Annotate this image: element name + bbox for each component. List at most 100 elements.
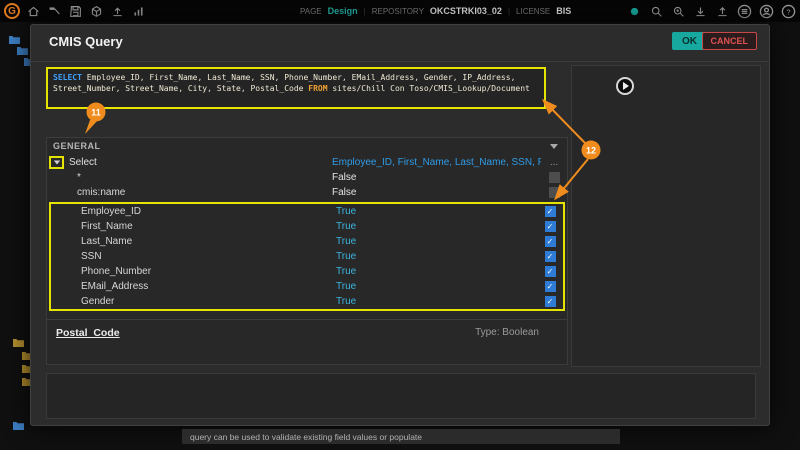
- more-button[interactable]: ...: [541, 157, 567, 168]
- save-icon[interactable]: [68, 4, 83, 19]
- property-row-value: True: [336, 236, 537, 247]
- dialog-title: CMIS Query: [49, 34, 123, 49]
- page-value[interactable]: Design: [328, 6, 358, 16]
- property-checkbox[interactable]: ✓: [545, 266, 556, 277]
- checkbox-cell: [541, 172, 567, 183]
- status-text: query can be used to validate existing f…: [190, 432, 422, 442]
- properties-panel: GENERAL Select Employee_ID, First_Name, …: [46, 137, 568, 365]
- chevron-down-icon[interactable]: [550, 144, 558, 149]
- property-checkbox[interactable]: [549, 172, 560, 183]
- context-breadcrumb: PAGE Design | REPOSITORY OKCSTRKI03_02 |…: [300, 0, 571, 22]
- general-section-header[interactable]: GENERAL: [47, 138, 567, 154]
- record-icon[interactable]: [627, 4, 642, 19]
- chart-icon[interactable]: [131, 4, 146, 19]
- property-row-value: True: [336, 206, 537, 217]
- property-checkbox[interactable]: ✓: [545, 251, 556, 262]
- property-row-label: Last_Name: [51, 236, 336, 247]
- license-label: LICENSE: [516, 7, 550, 16]
- app-logo[interactable]: G: [4, 3, 20, 19]
- license-value: BIS: [556, 6, 571, 16]
- checkbox-cell: [541, 187, 567, 198]
- svg-text:?: ?: [786, 7, 790, 16]
- search-icon[interactable]: [649, 4, 664, 19]
- checkbox-cell: ✓: [537, 236, 563, 247]
- select-keyword: SELECT: [53, 73, 82, 82]
- checkbox-cell: ✓: [537, 206, 563, 217]
- property-row-label: Employee_ID: [51, 206, 336, 217]
- property-row[interactable]: EMail_AddressTrue✓: [51, 279, 563, 294]
- package-icon[interactable]: [89, 4, 104, 19]
- repository-label: REPOSITORY: [372, 7, 424, 16]
- from-keyword: FROM: [308, 84, 327, 93]
- tree-folder-icon[interactable]: [17, 42, 29, 52]
- tree-folder-icon[interactable]: [13, 334, 25, 344]
- chevron-down-icon: [53, 160, 59, 164]
- property-row-value: True: [336, 251, 537, 262]
- home-icon[interactable]: [26, 4, 41, 19]
- property-row[interactable]: *False: [47, 170, 567, 185]
- property-row-label: EMail_Address: [51, 281, 336, 292]
- separator: |: [508, 7, 510, 16]
- property-row-label: SSN: [51, 251, 336, 262]
- property-row[interactable]: Phone_NumberTrue ✓: [51, 264, 563, 279]
- upload-icon[interactable]: [110, 4, 125, 19]
- bottom-panel: [46, 373, 756, 419]
- property-checkbox[interactable]: ✓: [545, 221, 556, 232]
- property-row[interactable]: First_NameTrue ✓: [51, 219, 563, 234]
- zoom-icon[interactable]: [671, 4, 686, 19]
- checkbox-cell: ✓: [537, 266, 563, 277]
- property-checkbox[interactable]: ✓: [545, 206, 556, 217]
- cancel-button[interactable]: CANCEL: [702, 32, 758, 50]
- tree-folder-icon[interactable]: [13, 417, 25, 427]
- property-row-value: False: [332, 172, 541, 183]
- select-row-left: Select: [47, 156, 332, 169]
- repository-value[interactable]: OKCSTRKI03_02: [430, 6, 502, 16]
- section-label: GENERAL: [53, 141, 101, 151]
- toolbar-right-icons: ?: [627, 0, 796, 22]
- help-icon[interactable]: ?: [781, 4, 796, 19]
- separator: |: [364, 7, 366, 16]
- property-row-value: False: [332, 187, 541, 198]
- select-row-value: Employee_ID, First_Name, Last_Name, SSN,…: [332, 157, 541, 168]
- property-row-label: *: [47, 172, 332, 183]
- property-row[interactable]: SSNTrue ✓: [51, 249, 563, 264]
- property-description: Postal_Code Type: Boolean: [47, 319, 567, 339]
- select-property-row[interactable]: Select Employee_ID, First_Name, Last_Nam…: [47, 154, 567, 170]
- from-path-text: sites/Chill Con Toso/CMIS_Lookup/Documen…: [328, 84, 530, 93]
- download-icon[interactable]: [693, 4, 708, 19]
- property-row-label: Phone_Number: [51, 266, 336, 277]
- property-row-label: First_Name: [51, 221, 336, 232]
- checkbox-cell: ✓: [537, 251, 563, 262]
- play-icon: [623, 82, 629, 90]
- selected-property-name: Postal_Code: [56, 327, 120, 339]
- expand-chevron-box[interactable]: [49, 156, 64, 169]
- select-row-label: Select: [69, 157, 97, 168]
- property-checkbox[interactable]: ✓: [545, 296, 556, 307]
- property-rows-plain: *Falsecmis:nameFalse: [47, 170, 567, 200]
- run-query-button[interactable]: [616, 77, 634, 95]
- upload-tray-icon[interactable]: [715, 4, 730, 19]
- property-row[interactable]: Last_NameTrue ✓: [51, 234, 563, 249]
- property-checkbox[interactable]: ✓: [545, 236, 556, 247]
- selected-property-type: Type: Boolean: [475, 327, 539, 339]
- checkbox-cell: ✓: [537, 221, 563, 232]
- property-rows-highlighted: Employee_IDTrue✓First_NameTrue✓Last_Name…: [49, 202, 565, 311]
- cmis-query-editor[interactable]: SELECT Employee_ID, First_Name, Last_Nam…: [46, 67, 546, 109]
- property-row-value: True: [336, 221, 537, 232]
- property-row-value: True: [336, 266, 537, 277]
- toolbar-left-icons: [26, 4, 146, 19]
- detail-panel: [571, 65, 761, 367]
- property-checkbox[interactable]: ✓: [545, 281, 556, 292]
- property-row[interactable]: GenderTrue✓: [51, 294, 563, 309]
- menu-icon[interactable]: [737, 4, 752, 19]
- checkbox-cell: ✓: [537, 281, 563, 292]
- property-row[interactable]: cmis:nameFalse: [47, 185, 567, 200]
- tree-folder-icon[interactable]: [9, 31, 21, 41]
- user-icon[interactable]: [759, 4, 774, 19]
- property-row-label: cmis:name: [47, 187, 332, 198]
- property-checkbox[interactable]: [549, 187, 560, 198]
- top-toolbar: G PAGE Design | REPOS: [0, 0, 800, 22]
- property-row[interactable]: Employee_IDTrue ✓: [51, 204, 563, 219]
- tools-icon[interactable]: [47, 4, 62, 19]
- cmis-query-dialog: CMIS Query OK CANCEL SELECT Employee_ID,…: [30, 24, 770, 426]
